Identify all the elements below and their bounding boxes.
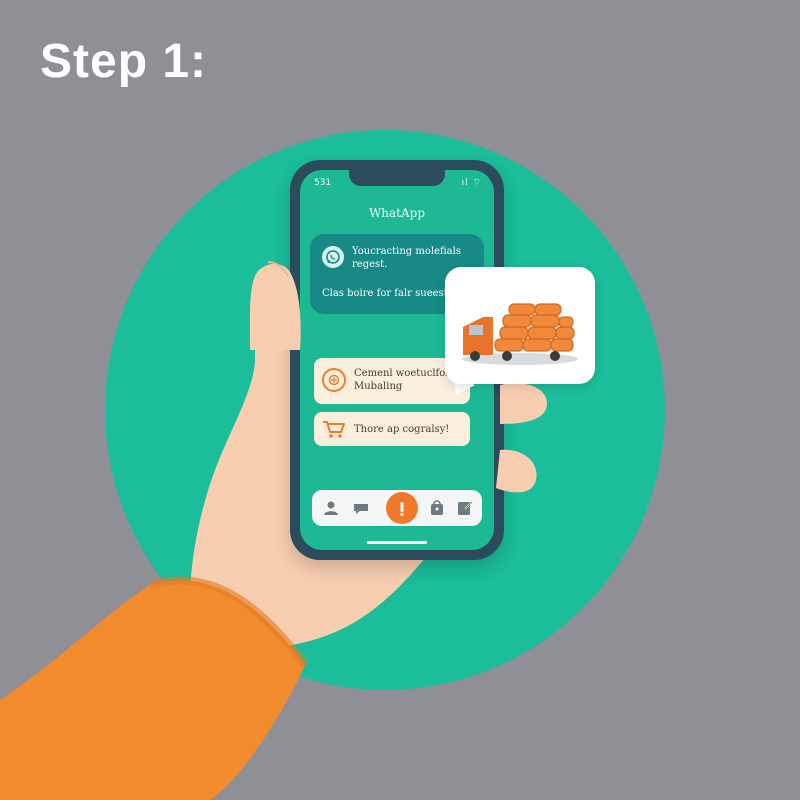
bottom-nav — [312, 490, 482, 526]
whatsapp-icon — [322, 246, 344, 268]
app-title: WhatApp — [368, 206, 426, 220]
home-indicator — [367, 541, 427, 544]
step-title: Step 1: — [40, 35, 208, 88]
cart-card[interactable]: Thore ap cogralsy! — [314, 412, 470, 446]
status-time: 531 — [314, 178, 332, 188]
delivery-truck-icon — [462, 303, 578, 365]
chat-badge-icon — [322, 368, 346, 392]
center-action-button[interactable] — [386, 492, 418, 524]
cart-card-text: Thore ap cogralsy! — [354, 424, 450, 435]
notch — [349, 170, 445, 186]
cart-icon — [322, 419, 346, 439]
chat-icon[interactable] — [352, 499, 370, 517]
profile-icon[interactable] — [322, 499, 340, 517]
center-action-icon — [400, 502, 404, 517]
status-icons: ıl ⌔ — [461, 178, 482, 188]
bag-icon[interactable] — [428, 499, 446, 517]
edit-icon[interactable] — [456, 499, 474, 517]
delivery-popup[interactable] — [445, 267, 595, 384]
